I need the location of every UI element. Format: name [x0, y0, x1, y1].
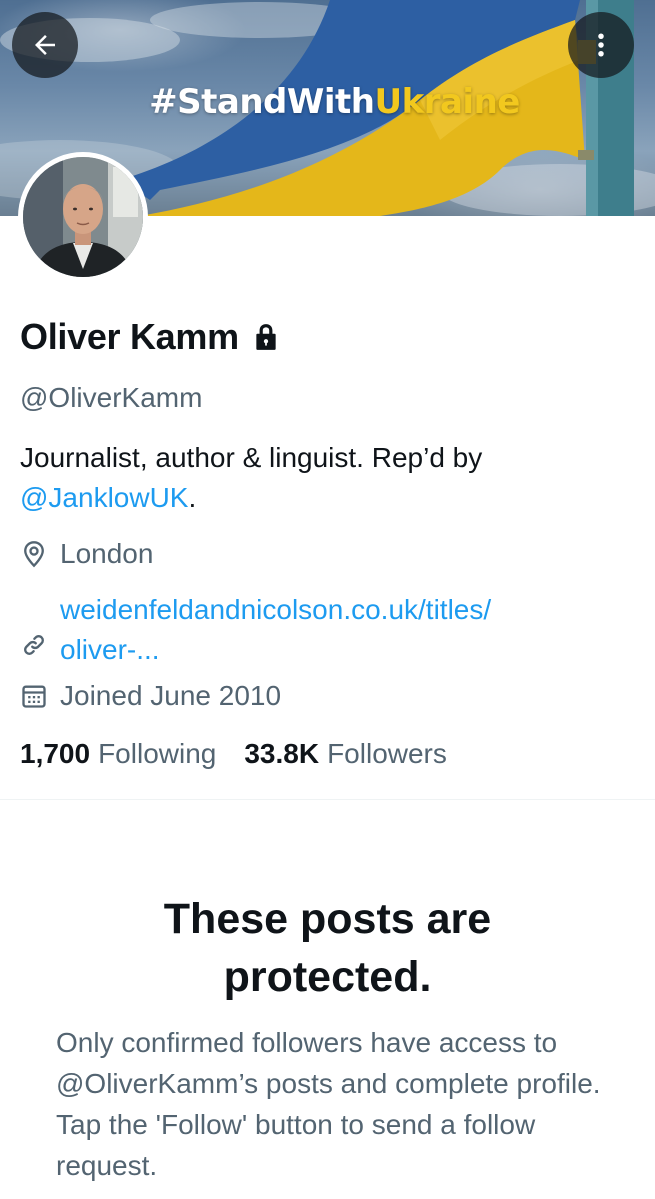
more-vertical-icon [598, 33, 604, 57]
arrow-left-icon [35, 35, 55, 55]
joined-text: Joined June 2010 [60, 680, 282, 711]
profile-page: #StandWithUkraine Oliver Kamm @OliverKam… [0, 0, 655, 1199]
protected-title-line-2: protected. [223, 953, 432, 1001]
profile-name: Oliver Kamm [20, 316, 239, 357]
bio-mention-link[interactable]: @JanklowUK [20, 482, 188, 513]
profile-stats: 1,700 Following 33.8K Followers [20, 738, 447, 770]
protected-title-line-1: These posts are [163, 895, 492, 943]
profile-joined: Joined June 2010 [20, 680, 281, 712]
protected-posts-description: Only confirmed followers have access to … [56, 1027, 601, 1181]
avatar-photo [23, 157, 143, 277]
followers-count: 33.8K [244, 738, 320, 769]
bio-text: Journalist, author & linguist. Rep’d by [20, 442, 483, 473]
section-divider [0, 799, 655, 800]
following-label: Following [98, 738, 217, 769]
protected-posts-title: These posts are protected. [0, 890, 655, 1006]
lock-icon [256, 324, 276, 350]
following-stat[interactable]: 1,700 Following [20, 738, 216, 770]
bio-suffix: . [188, 482, 197, 513]
website-line-2: oliver-... [60, 634, 160, 665]
location-pin-icon [24, 541, 44, 568]
profile-bio: Journalist, author & linguist. Rep’d by … [20, 438, 640, 518]
avatar-person-image [23, 157, 143, 277]
link-icon [24, 635, 44, 655]
profile-avatar[interactable] [18, 152, 148, 282]
location-text: London [60, 538, 154, 569]
profile-website: weidenfeldandnicolson.co.uk/titles/ oliv… [20, 590, 640, 670]
followers-stat[interactable]: 33.8K Followers [244, 738, 447, 770]
back-button[interactable] [12, 12, 78, 78]
banner-hashtag-text: #StandWithUkraine [149, 82, 520, 122]
profile-name-row: Oliver Kamm [20, 316, 279, 358]
profile-handle: @OliverKamm [20, 382, 203, 413]
profile-location: London [20, 538, 153, 570]
followers-label: Followers [327, 738, 447, 769]
website-line-1: weidenfeldandnicolson.co.uk/titles/ [60, 594, 492, 625]
website-link[interactable]: weidenfeldandnicolson.co.uk/titles/ oliv… [60, 590, 620, 670]
calendar-icon [22, 685, 46, 708]
following-count: 1,700 [20, 738, 91, 769]
more-options-button[interactable] [568, 12, 634, 78]
